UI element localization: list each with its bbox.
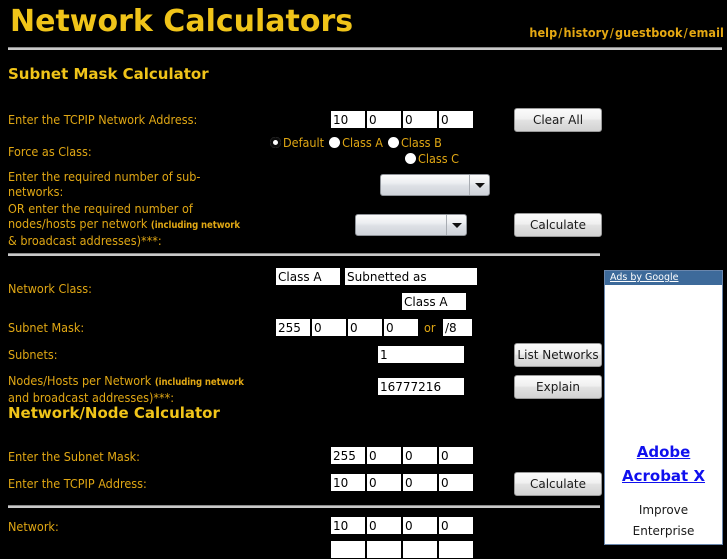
- partial-row-octet-2[interactable]: [366, 540, 402, 559]
- top-nav: help/history/guestbook/email: [529, 25, 724, 40]
- required-subnets-label-line1: Enter the required number of sub-: [8, 169, 201, 184]
- required-subnets-label-line2: networks:: [8, 184, 64, 199]
- nav-link-email[interactable]: email: [689, 25, 724, 40]
- radio-dot-icon: [387, 137, 399, 148]
- network-class-label: Network Class:: [8, 281, 92, 296]
- network-address-octet-1[interactable]: [330, 110, 366, 129]
- nodes-result-label-small1: (including network: [154, 377, 244, 388]
- radio-dot-icon: [270, 137, 281, 148]
- page-header: Network Calculators help/history/guestbo…: [0, 0, 727, 48]
- required-nodes-label-small2: & broadcast addresses)***:: [8, 233, 162, 248]
- subnetted-as-value[interactable]: [401, 292, 467, 311]
- ads-by-google-header[interactable]: Ads by Google: [605, 271, 722, 285]
- network-address-octet-4[interactable]: [438, 110, 474, 129]
- subnet-mask-result-octet-2[interactable]: [311, 318, 347, 337]
- node-subnet-mask-octet-4[interactable]: [438, 446, 474, 465]
- ad-headline-link[interactable]: Adobe Acrobat X: [605, 440, 722, 488]
- subnet-mask-result-octet-3[interactable]: [347, 318, 383, 337]
- network-node-calculator-heading: Network/Node Calculator: [8, 404, 220, 422]
- ad-headline-line2: Acrobat X: [621, 467, 706, 485]
- node-subnet-mask-octet-3[interactable]: [402, 446, 438, 465]
- radio-option-class-b[interactable]: Class B: [387, 135, 442, 150]
- nodes-result-value[interactable]: [377, 377, 465, 396]
- network-result-label: Network:: [8, 519, 59, 534]
- network-address-octet-3[interactable]: [402, 110, 438, 129]
- page-root: Network Calculators help/history/guestbo…: [0, 0, 727, 559]
- node-tcpip-octet-1[interactable]: [330, 473, 366, 492]
- subnets-count-dropdown[interactable]: [380, 174, 490, 196]
- radio-dot-icon: [405, 153, 416, 164]
- ad-description-line1: Improve: [638, 503, 689, 517]
- nav-link-help[interactable]: help: [529, 25, 557, 40]
- radio-label-class-b: Class B: [400, 135, 442, 150]
- ad-headline-line1: Adobe: [636, 443, 691, 461]
- radio-option-class-c[interactable]: Class C: [405, 151, 459, 166]
- radio-label-default: Default: [283, 135, 325, 150]
- ad-description-line2: Enterprise: [632, 524, 695, 538]
- radio-option-class-a[interactable]: Class A: [329, 135, 383, 150]
- explain-button[interactable]: Explain: [514, 375, 602, 399]
- enter-subnet-mask-label: Enter the Subnet Mask:: [8, 449, 140, 464]
- chevron-down-icon: [469, 175, 489, 195]
- subnet-mask-result-octet-4[interactable]: [383, 318, 419, 337]
- nodes-result-label-small2: and broadcast addresses)***:: [8, 390, 175, 405]
- network-class-value[interactable]: [275, 267, 341, 286]
- ad-description: Improve Enterprise: [605, 500, 722, 542]
- required-nodes-label-small1: (including network: [150, 220, 240, 231]
- force-class-radio-group: Default Class A Class B: [270, 135, 447, 150]
- ads-panel: Ads by Google Adobe Acrobat X Improve En…: [604, 270, 723, 545]
- nav-link-guestbook[interactable]: guestbook: [615, 25, 683, 40]
- page-title: Network Calculators: [10, 4, 354, 39]
- node-subnet-mask-octet-2[interactable]: [366, 446, 402, 465]
- nav-link-history[interactable]: history: [564, 25, 609, 40]
- node-calculate-button[interactable]: Calculate: [514, 472, 602, 496]
- subnet-calculate-button[interactable]: Calculate: [514, 213, 602, 237]
- nodes-result-label-wrap: Nodes/Hosts per Network (including netwo…: [8, 373, 298, 390]
- subnet-mask-result-octet-1[interactable]: [275, 318, 311, 337]
- section-divider-1: [8, 253, 600, 256]
- network-address-label: Enter the TCPIP Network Address:: [8, 112, 198, 127]
- cidr-or-label: or: [424, 320, 436, 335]
- enter-tcpip-address-label: Enter the TCPIP Address:: [8, 476, 147, 491]
- radio-label-class-c: Class C: [418, 151, 460, 166]
- required-nodes-label-line2-wrap: nodes/hosts per network (including netwo…: [8, 216, 288, 233]
- node-tcpip-octet-4[interactable]: [438, 473, 474, 492]
- node-subnet-mask-octet-1[interactable]: [330, 446, 366, 465]
- nodes-result-label: Nodes/Hosts per Network: [8, 373, 155, 388]
- cidr-prefix-value[interactable]: [442, 318, 473, 337]
- partial-row-octet-3[interactable]: [402, 540, 438, 559]
- network-result-octet-3[interactable]: [402, 516, 438, 535]
- nodes-count-dropdown[interactable]: [355, 214, 467, 236]
- network-result-octet-1[interactable]: [330, 516, 366, 535]
- subnet-mask-result-label: Subnet Mask:: [8, 320, 85, 335]
- partial-row-octet-1[interactable]: [330, 540, 366, 559]
- radio-dot-icon: [329, 137, 341, 148]
- ads-body: Adobe Acrobat X Improve Enterprise: [605, 285, 722, 544]
- required-nodes-label-line1: OR enter the required number of: [8, 201, 193, 216]
- node-tcpip-octet-2[interactable]: [366, 473, 402, 492]
- list-networks-button[interactable]: List Networks: [514, 343, 602, 367]
- required-nodes-label-line2: nodes/hosts per network: [8, 216, 151, 231]
- subnets-result-label: Subnets:: [8, 347, 58, 362]
- force-as-class-label: Force as Class:: [8, 144, 92, 159]
- network-address-octet-2[interactable]: [366, 110, 402, 129]
- partial-row-octet-4[interactable]: [438, 540, 474, 559]
- node-tcpip-octet-3[interactable]: [402, 473, 438, 492]
- subnetted-as-label-field[interactable]: [344, 267, 478, 286]
- network-result-octet-4[interactable]: [438, 516, 474, 535]
- clear-all-button[interactable]: Clear All: [514, 108, 602, 132]
- network-result-octet-2[interactable]: [366, 516, 402, 535]
- radio-label-class-a: Class A: [342, 135, 383, 150]
- radio-option-default[interactable]: Default: [270, 135, 324, 150]
- header-divider: [8, 47, 722, 50]
- force-class-radio-group-row2: Class C: [405, 151, 464, 166]
- chevron-down-icon: [446, 215, 466, 235]
- subnet-mask-calculator-heading: Subnet Mask Calculator: [8, 65, 209, 83]
- section-divider-2: [8, 505, 600, 508]
- subnets-result-value[interactable]: [377, 345, 465, 364]
